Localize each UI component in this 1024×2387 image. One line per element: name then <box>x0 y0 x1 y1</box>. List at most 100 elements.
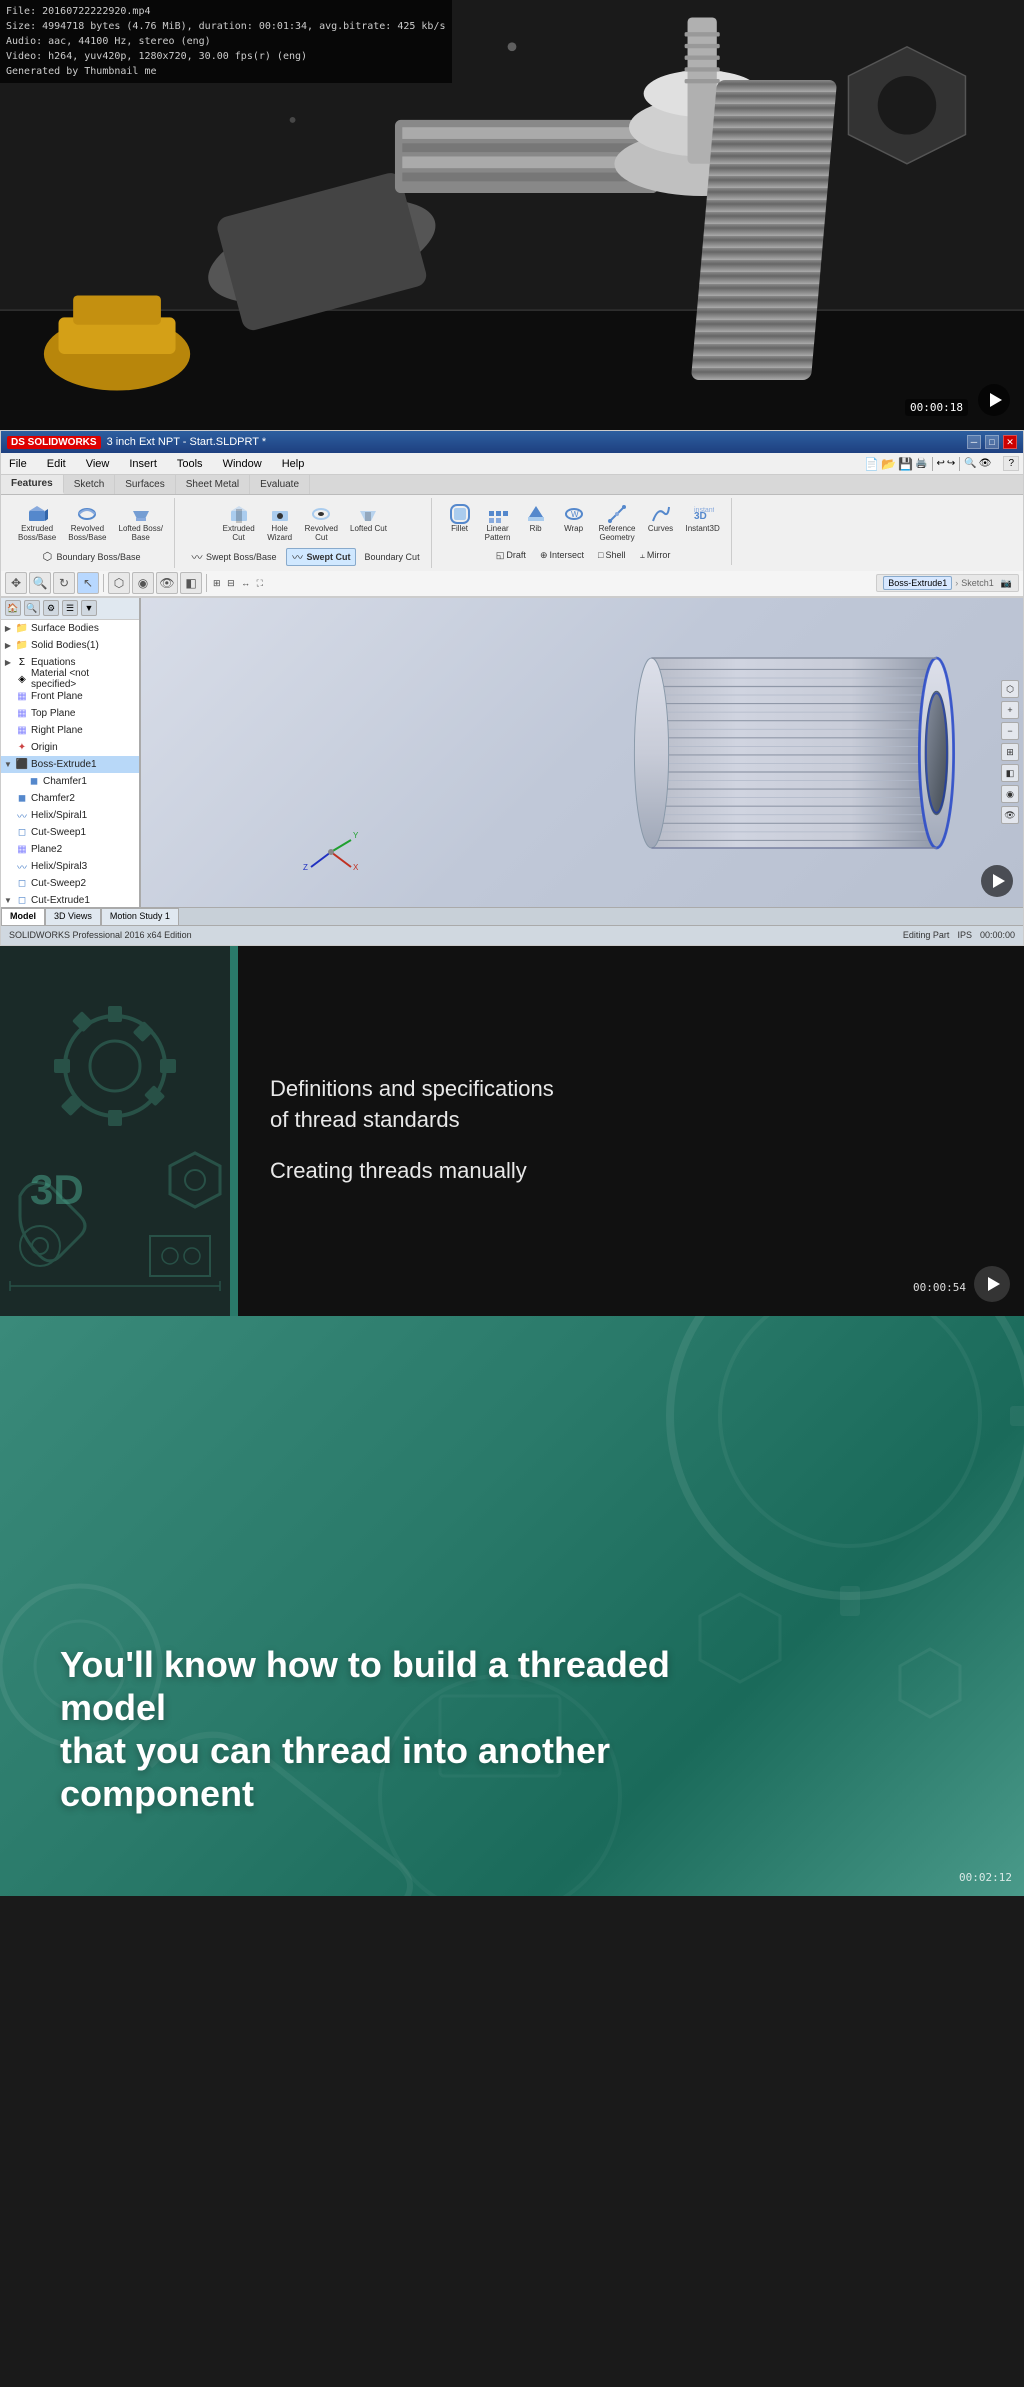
boundary-cut-button[interactable]: Boundary Cut <box>360 548 425 566</box>
tree-item-cut-extrude1[interactable]: ▼ ◻ Cut-Extrude1 <box>1 892 139 907</box>
threed-label: 3D <box>30 1166 84 1214</box>
tab-sketch[interactable]: Sketch <box>64 475 116 494</box>
intro-text-line1-span: Definitions and specifications <box>270 1076 554 1101</box>
tree-search-btn[interactable]: 🔍 <box>24 600 40 616</box>
menu-view[interactable]: View <box>82 457 114 471</box>
tree-item-cut-sweep2[interactable]: ◻ Cut-Sweep2 <box>1 875 139 892</box>
minimize-button[interactable]: ─ <box>967 435 981 449</box>
tree-item-cut-sweep1[interactable]: ◻ Cut-Sweep1 <box>1 824 139 841</box>
tree-item-front-plane[interactable]: ▦ Front Plane <box>1 688 139 705</box>
tree-item-surface-bodies[interactable]: ▶ 📁 Surface Bodies <box>1 620 139 637</box>
zoom-in-btn[interactable]: + <box>1001 701 1019 719</box>
tree-home-btn[interactable]: 🏠 <box>5 600 21 616</box>
select-btn[interactable]: ↖ <box>77 572 99 594</box>
swept-boss-base-button[interactable]: 〰 Swept Boss/Base <box>185 548 282 566</box>
toolbar-redo[interactable]: ↪ <box>947 458 955 469</box>
tab-model[interactable]: Model <box>1 908 45 925</box>
tree-item-chamfer1[interactable]: ◼ Chamfer1 <box>1 773 139 790</box>
viewport-play-btn[interactable] <box>981 865 1013 897</box>
lofted-boss-base-button[interactable]: Lofted Boss/Base <box>114 500 168 546</box>
zoom-fit-btn[interactable]: ⊞ <box>1001 743 1019 761</box>
view-orient-btn[interactable]: ⬡ <box>108 572 130 594</box>
ribbon-tabs: Features Sketch Surfaces Sheet Metal Eva… <box>1 475 1023 495</box>
path-item-sketch: Sketch1 <box>961 578 994 588</box>
view-3d-btn[interactable]: ◉ <box>1001 785 1019 803</box>
reference-geometry-button[interactable]: ReferenceGeometry <box>594 500 641 546</box>
display-btn[interactable]: ◉ <box>132 572 154 594</box>
tree-item-chamfer2[interactable]: ◼ Chamfer2 <box>1 790 139 807</box>
menu-edit[interactable]: Edit <box>43 457 70 471</box>
tree-item-material[interactable]: ◈ Material <not specified> <box>1 671 139 688</box>
path-camera-icon[interactable]: 📷 <box>1001 578 1012 589</box>
hole-wizard-button[interactable]: HoleWizard <box>262 500 298 546</box>
icon-3[interactable]: ↔ <box>241 578 250 588</box>
fillet-button[interactable]: Fillet <box>442 500 478 546</box>
swept-cut-button[interactable]: 〰 Swept Cut <box>286 548 356 566</box>
toolbar-print[interactable]: 🖨️ <box>915 458 927 469</box>
close-button[interactable]: ✕ <box>1003 435 1017 449</box>
tree-expand-btn[interactable]: ▼ <box>81 600 97 616</box>
icon-2[interactable]: ⊟ <box>227 578 235 588</box>
play-button-1[interactable] <box>978 384 1010 416</box>
tab-surfaces[interactable]: Surfaces <box>115 475 175 494</box>
help-btn[interactable]: ? <box>1003 456 1019 471</box>
tab-sheet-metal[interactable]: Sheet Metal <box>176 475 250 494</box>
tree-item-solid-bodies[interactable]: ▶ 📁 Solid Bodies(1) <box>1 637 139 654</box>
tree-item-origin[interactable]: ✦ Origin <box>1 739 139 756</box>
draft-button[interactable]: ◱ Draft <box>491 548 531 563</box>
path-item-boss[interactable]: Boss-Extrude1 <box>883 576 952 590</box>
rotate-btn[interactable]: ↻ <box>53 572 75 594</box>
icon-helix-spiral1: 〰 <box>15 808 29 822</box>
tab-motion-study[interactable]: Motion Study 1 <box>101 908 179 925</box>
view-cube-btn[interactable]: ⬡ <box>1001 680 1019 698</box>
instant3d-button[interactable]: 3Dinstant Instant3D <box>681 500 725 546</box>
extruded-cut-button[interactable]: ExtrudedCut <box>218 500 260 546</box>
tree-item-boss-extrude1[interactable]: ▼ ⬛ Boss-Extrude1 <box>1 756 139 773</box>
tree-item-helix-spiral3[interactable]: 〰 Helix/Spiral3 <box>1 858 139 875</box>
revolved-cut-button[interactable]: RevolvedCut <box>300 500 343 546</box>
menu-window[interactable]: Window <box>219 457 266 471</box>
tab-3d-views[interactable]: 3D Views <box>45 908 101 925</box>
view-select[interactable]: 👁 <box>979 458 992 469</box>
view-section-btn[interactable]: ◧ <box>1001 764 1019 782</box>
toolbar-save[interactable]: 💾 <box>898 457 913 471</box>
tab-features[interactable]: Features <box>1 475 64 494</box>
lofted-cut-button[interactable]: Lofted Cut <box>345 500 392 546</box>
intro-play-button[interactable] <box>974 1266 1010 1302</box>
tree-item-right-plane[interactable]: ▦ Right Plane <box>1 722 139 739</box>
mirror-button[interactable]: ⫠ Mirror <box>634 548 675 563</box>
revolved-boss-base-button[interactable]: RevolvedBoss/Base <box>63 500 111 546</box>
toolbar-undo[interactable]: ↩ <box>937 458 945 469</box>
menu-help[interactable]: Help <box>278 457 309 471</box>
wrap-button[interactable]: W Wrap <box>556 500 592 546</box>
zoom-out-btn[interactable]: − <box>1001 722 1019 740</box>
view-hide-btn[interactable]: 👁 <box>1001 806 1019 824</box>
maximize-button[interactable]: □ <box>985 435 999 449</box>
pan-button[interactable]: ✥ <box>5 572 27 594</box>
curves-button[interactable]: Curves <box>643 500 679 546</box>
tree-filter-btn[interactable]: ☰ <box>62 600 78 616</box>
icon-4[interactable]: ⛶ <box>257 578 263 588</box>
toolbar-new[interactable]: 📄 <box>864 457 879 471</box>
zoom-btn[interactable]: 🔍 <box>29 572 51 594</box>
icon-1[interactable]: ⊞ <box>213 578 221 588</box>
tree-settings-btn[interactable]: ⚙ <box>43 600 59 616</box>
zoom-select[interactable]: 🔍 <box>964 458 976 469</box>
rib-button[interactable]: Rib <box>518 500 554 546</box>
extruded-boss-base-button[interactable]: ExtrudedBoss/Base <box>13 500 61 546</box>
boundary-boss-base-button[interactable]: ⬡ Boundary Boss/Base <box>35 548 145 566</box>
linear-pattern-button[interactable]: LinearPattern <box>480 500 516 546</box>
tree-item-top-plane[interactable]: ▦ Top Plane <box>1 705 139 722</box>
menu-file[interactable]: File <box>5 457 31 471</box>
intersect-button[interactable]: ⊕ Intersect <box>535 548 589 563</box>
section-view-btn[interactable]: ◧ <box>180 572 202 594</box>
menu-insert[interactable]: Insert <box>125 457 161 471</box>
menu-tools[interactable]: Tools <box>173 457 207 471</box>
toolbar-open[interactable]: 📂 <box>881 457 896 471</box>
shell-button[interactable]: □ Shell <box>593 548 630 563</box>
tree-item-helix-spiral1[interactable]: 〰 Helix/Spiral1 <box>1 807 139 824</box>
hide-show-btn[interactable]: 👁 <box>156 572 178 594</box>
expand-top-plane <box>3 708 13 718</box>
tree-item-plane2[interactable]: ▦ Plane2 <box>1 841 139 858</box>
tab-evaluate[interactable]: Evaluate <box>250 475 310 494</box>
